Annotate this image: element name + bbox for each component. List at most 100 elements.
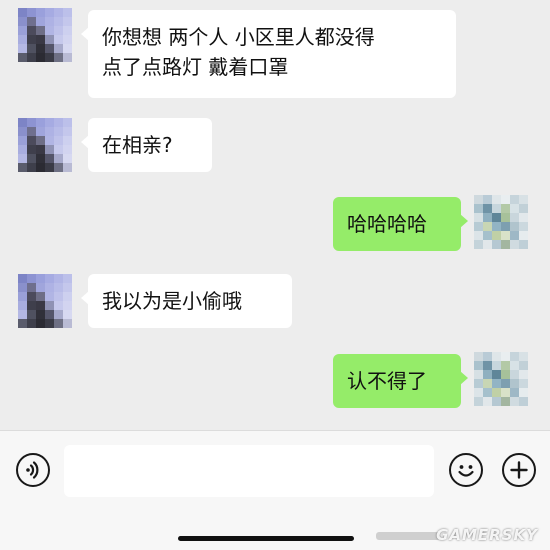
- avatar-pixel: [36, 154, 45, 163]
- avatar-pixel: [510, 397, 519, 406]
- self-avatar[interactable]: [474, 352, 528, 406]
- avatar-pixel: [492, 204, 501, 213]
- chat-area: 你想想 两个人 小区里人都没得 点了点路灯 戴着口罩 在相亲? 哈哈哈哈 我以为…: [0, 0, 550, 430]
- message-bubble-incoming[interactable]: 你想想 两个人 小区里人都没得 点了点路灯 戴着口罩: [81, 10, 456, 98]
- avatar-pixel: [45, 283, 54, 292]
- avatar-pixel: [501, 222, 510, 231]
- input-bar: GAMERSKY: [0, 430, 550, 550]
- avatar-pixel: [54, 17, 63, 26]
- avatar-pixel: [510, 222, 519, 231]
- avatar-pixel: [18, 301, 27, 310]
- avatar-pixel: [519, 388, 528, 397]
- message-input[interactable]: [64, 445, 434, 497]
- avatar-pixel: [27, 35, 36, 44]
- avatar-pixel: [27, 8, 36, 17]
- avatar-pixel: [45, 154, 54, 163]
- avatar-pixel: [54, 319, 63, 328]
- avatar-pixel: [483, 213, 492, 222]
- avatar-pixel: [492, 222, 501, 231]
- avatar-pixel: [45, 292, 54, 301]
- avatar-pixel: [501, 361, 510, 370]
- avatar-pixel: [492, 397, 501, 406]
- avatar-pixel: [63, 44, 72, 53]
- avatar-pixel: [27, 154, 36, 163]
- avatar-pixel: [27, 163, 36, 172]
- avatar-pixel: [54, 44, 63, 53]
- avatar-pixel: [54, 292, 63, 301]
- avatar-pixel: [45, 35, 54, 44]
- message-bubble-incoming[interactable]: 在相亲?: [81, 118, 212, 172]
- avatar-pixel: [18, 118, 27, 127]
- avatar-pixel: [18, 154, 27, 163]
- avatar-pixel: [45, 301, 54, 310]
- avatar-pixel: [45, 17, 54, 26]
- avatar-pixel: [63, 163, 72, 172]
- avatar-pixel: [18, 26, 27, 35]
- avatar-pixel: [27, 283, 36, 292]
- avatar-pixel: [483, 195, 492, 204]
- message-bubble-outgoing[interactable]: 认不得了: [333, 354, 468, 408]
- message-bubble-incoming[interactable]: 我以为是小偷哦: [81, 274, 292, 328]
- avatar-pixel: [36, 310, 45, 319]
- avatar-pixel: [483, 379, 492, 388]
- avatar-pixel: [474, 361, 483, 370]
- avatar-pixel: [519, 222, 528, 231]
- avatar-pixel: [501, 231, 510, 240]
- home-indicator[interactable]: [178, 536, 354, 541]
- avatar-pixel: [501, 352, 510, 361]
- contact-avatar[interactable]: [18, 8, 72, 62]
- avatar-pixel: [519, 370, 528, 379]
- avatar-pixel: [483, 231, 492, 240]
- avatar-pixel: [63, 292, 72, 301]
- contact-avatar[interactable]: [18, 118, 72, 172]
- message-bubble-outgoing[interactable]: 哈哈哈哈: [333, 197, 468, 251]
- avatar-pixel: [492, 240, 501, 249]
- avatar-pixel: [45, 319, 54, 328]
- avatar-pixel: [18, 44, 27, 53]
- avatar-pixel: [18, 145, 27, 154]
- avatar-pixel: [510, 204, 519, 213]
- avatar-pixel: [483, 361, 492, 370]
- avatar-pixel: [54, 118, 63, 127]
- avatar-pixel: [45, 118, 54, 127]
- avatar-pixel: [18, 292, 27, 301]
- emoji-icon[interactable]: [449, 453, 483, 487]
- avatar-pixel: [27, 274, 36, 283]
- avatar-pixel: [63, 127, 72, 136]
- self-avatar[interactable]: [474, 195, 528, 249]
- avatar-pixel: [27, 17, 36, 26]
- avatar-pixel: [510, 213, 519, 222]
- avatar-pixel: [492, 370, 501, 379]
- avatar-pixel: [474, 195, 483, 204]
- voice-icon[interactable]: [16, 453, 50, 487]
- avatar-pixel: [27, 136, 36, 145]
- avatar-pixel: [36, 136, 45, 145]
- avatar-pixel: [501, 204, 510, 213]
- avatar-pixel: [474, 388, 483, 397]
- avatar-pixel: [63, 118, 72, 127]
- avatar-pixel: [510, 379, 519, 388]
- avatar-pixel: [492, 213, 501, 222]
- avatar-pixel: [54, 301, 63, 310]
- avatar-pixel: [474, 370, 483, 379]
- avatar-pixel: [36, 8, 45, 17]
- avatar-pixel: [483, 352, 492, 361]
- avatar-pixel: [492, 361, 501, 370]
- avatar-pixel: [36, 274, 45, 283]
- avatar-pixel: [27, 319, 36, 328]
- avatar-pixel: [45, 127, 54, 136]
- avatar-pixel: [54, 145, 63, 154]
- avatar-pixel: [18, 35, 27, 44]
- avatar-pixel: [36, 35, 45, 44]
- contact-avatar[interactable]: [18, 274, 72, 328]
- avatar-pixel: [501, 370, 510, 379]
- avatar-pixel: [45, 44, 54, 53]
- avatar-pixel: [510, 352, 519, 361]
- avatar-pixel: [27, 127, 36, 136]
- avatar-pixel: [45, 274, 54, 283]
- plus-icon[interactable]: [502, 453, 536, 487]
- avatar-pixel: [483, 397, 492, 406]
- avatar-pixel: [519, 361, 528, 370]
- avatar-pixel: [27, 301, 36, 310]
- avatar-pixel: [510, 231, 519, 240]
